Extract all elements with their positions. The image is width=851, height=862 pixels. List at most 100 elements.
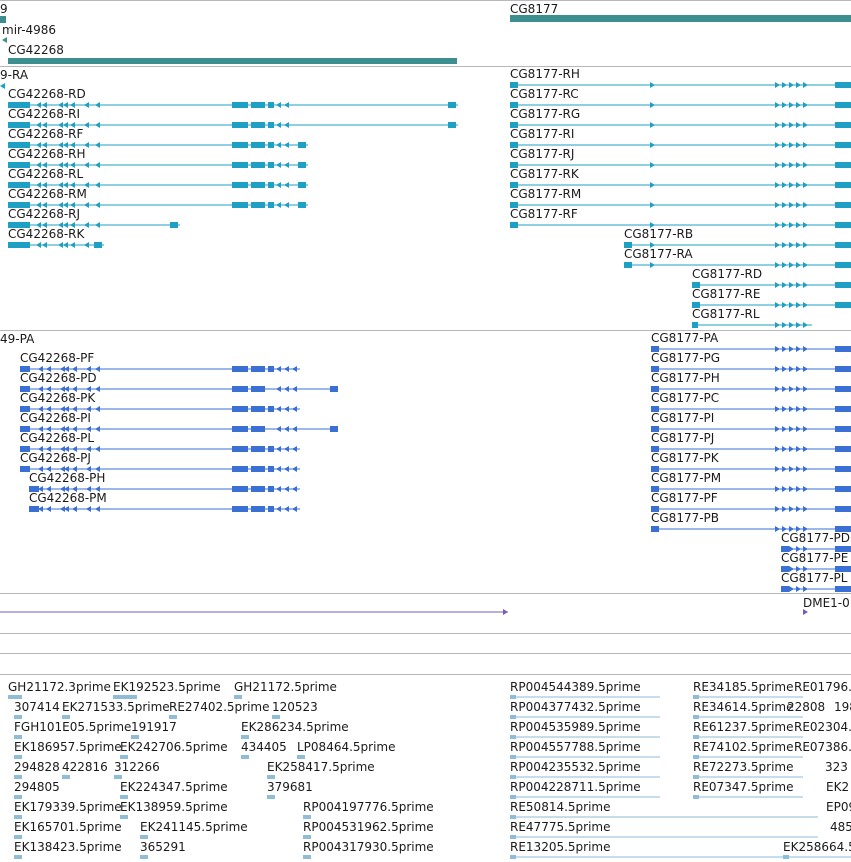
est-label[interactable]: RE74102.5prime bbox=[693, 740, 794, 754]
est-label[interactable]: 191917 bbox=[131, 720, 177, 734]
transcript-label[interactable]: CG8177-RK bbox=[510, 167, 579, 181]
transcript-label[interactable]: CG42268-RF bbox=[8, 127, 83, 141]
est-label[interactable]: RP004531962.5prime bbox=[303, 820, 434, 834]
est-label[interactable]: RP004197776.5prime bbox=[303, 800, 434, 814]
transcript-label[interactable]: CG42268-PM bbox=[29, 491, 107, 505]
est-label[interactable]: EK186957.5prime bbox=[14, 740, 122, 754]
transcript-label[interactable]: CG42268-RH bbox=[8, 147, 86, 161]
est-label[interactable]: 307414 bbox=[14, 700, 60, 714]
est-label[interactable]: GH21172.5prime bbox=[234, 680, 337, 694]
transcript-label[interactable]: CG8177-RJ bbox=[510, 147, 574, 161]
est-label[interactable]: RP004377432.5prime bbox=[510, 700, 641, 714]
transcript-label[interactable]: CG8177-PB bbox=[651, 511, 719, 525]
transcript-label[interactable]: CG8177-PH bbox=[651, 371, 720, 385]
transcript-label[interactable]: CG8177-PA bbox=[651, 331, 718, 345]
est-label[interactable]: RE72273.5prime bbox=[693, 760, 794, 774]
transcript-label[interactable]: CG8177-PF bbox=[651, 491, 718, 505]
transcript-label[interactable]: CG42268-PF bbox=[20, 351, 94, 365]
transcript-label-cut[interactable]: 49-PA bbox=[0, 332, 34, 346]
transcript-label[interactable]: CG8177-RI bbox=[510, 127, 574, 141]
gene-label-cg8177[interactable]: CG8177 bbox=[510, 2, 558, 16]
est-label[interactable]: EK138959.5prime bbox=[120, 800, 228, 814]
transcript-label[interactable]: CG8177-PL bbox=[781, 571, 847, 585]
transcript-label[interactable]: CG8177-RA bbox=[624, 247, 693, 261]
est-label[interactable]: 323 bbox=[825, 760, 848, 774]
est-label[interactable]: RP004228711.5prime bbox=[510, 780, 641, 794]
est-label[interactable]: RE47775.5prime bbox=[510, 820, 611, 834]
est-label[interactable]: RE34185.5prime bbox=[693, 680, 794, 694]
est-label[interactable]: RE07347.5prime bbox=[693, 780, 794, 794]
ncrna-label[interactable]: DME1-0 bbox=[803, 596, 850, 610]
est-label[interactable]: RE02304. bbox=[794, 720, 851, 734]
est-label[interactable]: RE34614.5prime bbox=[693, 700, 794, 714]
est-label[interactable]: 422816 bbox=[62, 760, 108, 774]
est-label[interactable]: RP004535989.5prime bbox=[510, 720, 641, 734]
est-label[interactable]: RE61237.5prime bbox=[693, 720, 794, 734]
transcript-label[interactable]: CG8177-RH bbox=[510, 67, 580, 81]
transcript-label[interactable]: CG42268-PK bbox=[20, 391, 95, 405]
est-label[interactable]: 379681 bbox=[267, 780, 313, 794]
transcript-label[interactable]: CG8177-PD bbox=[781, 531, 850, 545]
est-label[interactable]: 485 bbox=[830, 820, 851, 834]
transcript-label[interactable]: CG42268-PI bbox=[20, 411, 91, 425]
est-label[interactable]: 312266 bbox=[114, 760, 160, 774]
est-label[interactable]: EK271533.5prime bbox=[62, 700, 170, 714]
est-label[interactable]: EK2 bbox=[826, 780, 849, 794]
est-label[interactable]: FGH101E05.5prime bbox=[14, 720, 131, 734]
transcript-label[interactable]: CG8177-RC bbox=[510, 87, 579, 101]
transcript-label[interactable]: CG42268-RD bbox=[8, 87, 86, 101]
est-label[interactable]: RE13205.5prime bbox=[510, 840, 611, 854]
transcript-label[interactable]: CG8177-RF bbox=[510, 207, 578, 221]
est-label[interactable]: 198 bbox=[834, 700, 851, 714]
transcript-label[interactable]: CG8177-PG bbox=[651, 351, 720, 365]
transcript-label[interactable]: CG8177-PM bbox=[651, 471, 721, 485]
transcript-label[interactable]: CG42268-PJ bbox=[20, 451, 91, 465]
est-label[interactable]: EK242706.5prime bbox=[120, 740, 228, 754]
gene-label-mir-4986[interactable]: mir-4986 bbox=[2, 23, 56, 37]
est-label[interactable]: EP09 bbox=[826, 800, 851, 814]
est-label[interactable]: 294805 bbox=[14, 780, 60, 794]
transcript-label[interactable]: CG8177-PC bbox=[651, 391, 719, 405]
transcript-label[interactable]: CG42268-PL bbox=[20, 431, 94, 445]
est-label[interactable]: RE27402.5prime bbox=[169, 700, 270, 714]
est-label[interactable]: EK179339.5prime bbox=[14, 800, 122, 814]
transcript-label[interactable]: CG42268-RK bbox=[8, 227, 84, 241]
transcript-label[interactable]: CG42268-RI bbox=[8, 107, 80, 121]
est-label[interactable]: EK224347.5prime bbox=[120, 780, 228, 794]
est-label[interactable]: 294828 bbox=[14, 760, 60, 774]
est-label[interactable]: EK258664.5 bbox=[783, 840, 851, 854]
est-label[interactable]: RE50814.5prime bbox=[510, 800, 611, 814]
est-label[interactable]: 120523 bbox=[272, 700, 318, 714]
est-label[interactable]: 22808 bbox=[787, 700, 825, 714]
est-label[interactable]: EK258417.5prime bbox=[267, 760, 375, 774]
est-label[interactable]: 434405 bbox=[241, 740, 287, 754]
est-label[interactable]: RP004557788.5prime bbox=[510, 740, 641, 754]
est-label[interactable]: RE01796. bbox=[794, 680, 851, 694]
transcript-label[interactable]: CG8177-PI bbox=[651, 411, 714, 425]
transcript-label-cut[interactable]: 9-RA bbox=[0, 68, 28, 82]
transcript-label[interactable]: CG8177-PJ bbox=[651, 431, 714, 445]
transcript-label[interactable]: CG8177-PE bbox=[781, 551, 848, 565]
gene-label-cg42268[interactable]: CG42268 bbox=[8, 43, 64, 57]
transcript-label[interactable]: CG8177-RG bbox=[510, 107, 580, 121]
transcript-label[interactable]: CG8177-RD bbox=[692, 267, 762, 281]
est-label[interactable]: RP004317930.5prime bbox=[303, 840, 434, 854]
est-label[interactable]: 365291 bbox=[140, 840, 186, 854]
est-label[interactable]: LP08464.5prime bbox=[297, 740, 396, 754]
transcript-label[interactable]: CG8177-RM bbox=[510, 187, 581, 201]
est-label[interactable]: EK286234.5prime bbox=[241, 720, 349, 734]
transcript-label[interactable]: CG42268-PH bbox=[29, 471, 105, 485]
transcript-label[interactable]: CG8177-RB bbox=[624, 227, 693, 241]
est-label[interactable]: RE07386. bbox=[794, 740, 851, 754]
est-label[interactable]: EK138423.5prime bbox=[14, 840, 122, 854]
est-label[interactable]: GH21172.3prime bbox=[8, 680, 111, 694]
est-label[interactable]: RP004544389.5prime bbox=[510, 680, 641, 694]
transcript-label[interactable]: CG8177-RL bbox=[692, 307, 760, 321]
transcript-label[interactable]: CG8177-PK bbox=[651, 451, 719, 465]
est-label[interactable]: EK241145.5prime bbox=[140, 820, 248, 834]
transcript-label[interactable]: CG42268-RJ bbox=[8, 207, 80, 221]
transcript-label[interactable]: CG42268-RL bbox=[8, 167, 83, 181]
gene-label-cut[interactable]: 9 bbox=[0, 2, 8, 16]
est-label[interactable]: RP004235532.5prime bbox=[510, 760, 641, 774]
transcript-label[interactable]: CG8177-RE bbox=[692, 287, 760, 301]
